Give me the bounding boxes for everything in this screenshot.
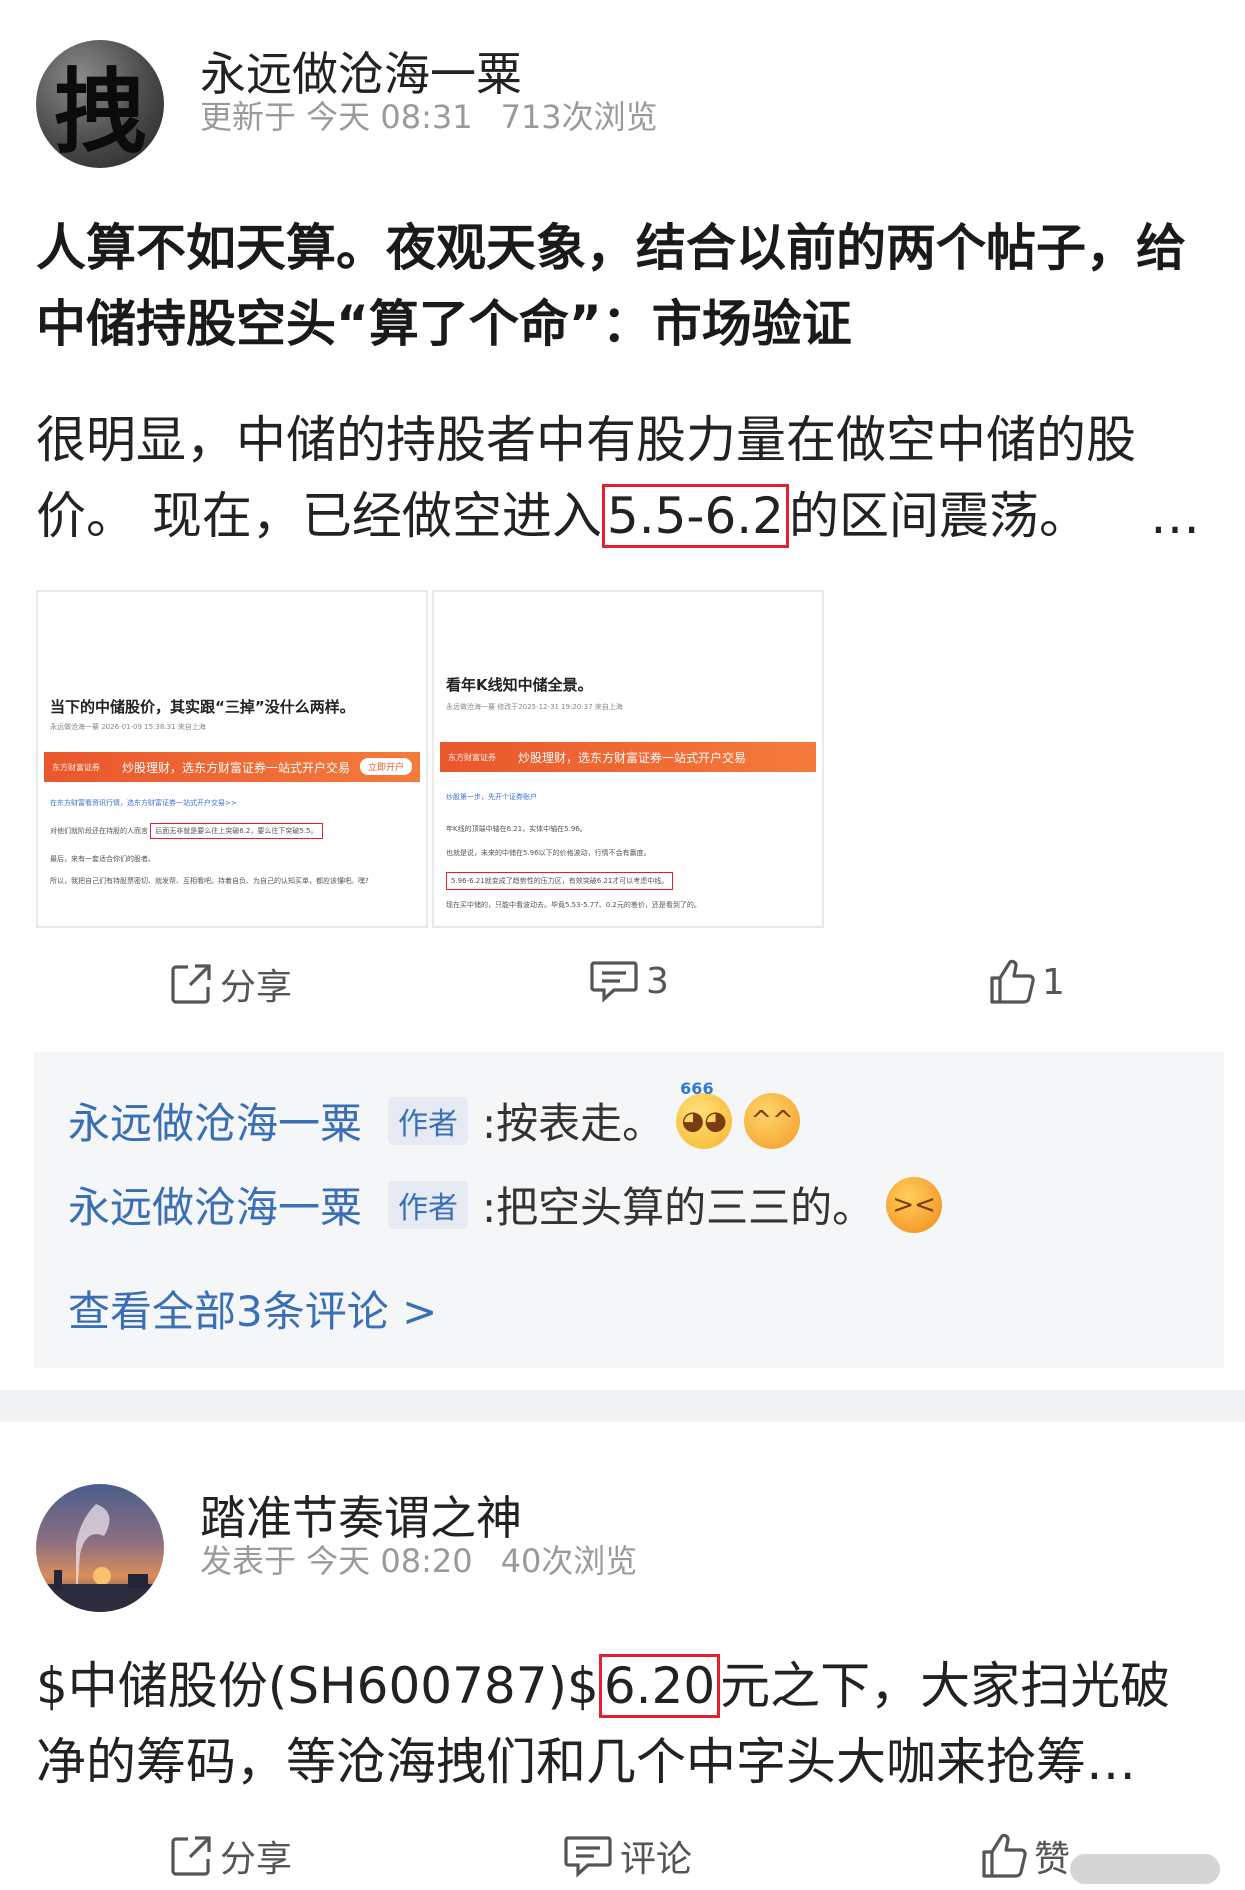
comment-item[interactable]: 永远做沧海一粟 作者 :按表走。 666 ◕◕ ^^ [68,1079,801,1151]
thumbs-up-icon [990,959,1035,1004]
body-line-2: 价。 现在，已经做空进入 5.5-6.2 的区间震荡。… [36,478,1226,554]
share-button[interactable]: 分享 [168,958,292,1010]
avatar[interactable] [36,1484,164,1612]
thumb-banner-badge: 东方财富证券 [52,762,100,772]
emoji-giggle-icon: ^^ [744,1092,801,1149]
post-meta: 更新于 今天 08:31 713次浏览 [200,92,686,138]
comment-count: 3 [646,960,669,1002]
ellipsis: … [1150,487,1200,545]
thumb-title: 当下的中储股价，其实跟“三掉”没什么两样。 [50,698,355,716]
post-card[interactable]: 拽 永远做沧海一粟 更新于 今天 08:31 713次浏览 人算不如天算。夜观天象… [0,0,1245,1390]
comment-text: :把空头算的三三的。 [482,1183,875,1232]
view-all-comments-link[interactable]: 查看全部3条评论 > [68,1278,437,1339]
thumb-line: 对他们就阶段还在持股的人而言 后面无非就是要么往上突破6.2，要么往下突破5.5… [50,823,323,839]
thumb-link: 在东方财富看资讯行情，选东方财富证券一站式开户交易>> [50,799,237,807]
scroll-indicator [1070,1854,1220,1884]
post-body[interactable]: $中储股份(SH600787)$ 6.20 元之下，大家扫光破 净的筹码，等沧海拽们… [36,1648,1226,1800]
thumb-line: 也就是说，未来的中储在5.96以下的价格波动，行情不会有赢度。 [446,849,651,857]
thumb-meta: 永远做沧海一粟 2026-01-09 15:38:31 来自上海 [50,723,206,731]
body-line-1: $中储股份(SH600787)$ 6.20 元之下，大家扫光破 [36,1648,1226,1724]
share-label: 分享 [220,1839,293,1880]
thumb-highlight-box: 5.96-6.21就变成了趋势性的压力区，有效突破6.21才可以考虑中线。 [446,872,674,890]
emoji-laugh-icon: >< [886,1176,943,1233]
thumb-banner-badge: 东方财富证券 [448,752,496,762]
comment-text: :按表走。 [482,1099,665,1148]
post-meta: 发表于 今天 08:20 40次浏览 [200,1536,665,1582]
post-card[interactable]: 踏准节奏谓之神 发表于 今天 08:20 40次浏览 $中储股份(SH600787… [0,1422,1245,1880]
thumb-highlight-box: 后面无非就是要么往上突破6.2，要么往下突破5.5。 [150,823,323,839]
view-count: 40次浏览 [500,1542,638,1580]
image-thumbnail-2[interactable]: 看年K线知中储全景。 永远做沧海一粟 修改于2025-12-31 19:20:3… [432,590,824,928]
emoji-666-icon: 666 ◕◕ [676,1079,733,1149]
author-tag: 作者 [388,1096,469,1145]
share-icon [171,1836,211,1876]
comment-button[interactable]: 3 [588,958,669,1004]
view-count: 713次浏览 [500,98,658,136]
comment-icon [564,1836,612,1878]
updated-time: 更新于 今天 08:31 [200,98,473,136]
post-title[interactable]: 人算不如天算。夜观天象，结合以前的两个帖子，给中储持股空头“算了个命”：市场验证 [36,210,1216,362]
like-label: 赞 [1034,1839,1071,1880]
thumb-cta: 立即开户 [359,758,412,775]
thumb-line: 最后，来有一套适合你们的股者。 [50,855,155,863]
post-body[interactable]: 很明显，中储的持股者中有股力量在做空中储的股 价。 现在，已经做空进入 5.5-6… [36,402,1226,554]
commenter-name[interactable]: 永远做沧海一粟 [68,1174,362,1235]
like-button[interactable]: 赞 [980,1830,1070,1882]
thumb-meta: 永远做沧海一粟 修改于2025-12-31 19:20:37 来自上海 [446,703,623,711]
comment-icon [590,961,638,1003]
post-separator [0,1390,1245,1422]
thumb-banner-text: 炒股理财，选东方财富证券一站式开户交易 [122,760,351,775]
thumbs-up-icon [982,1833,1027,1878]
thumb-banner: 东方财富证券 炒股理财，选东方财富证券一站式开户交易 [440,742,816,772]
published-time: 发表于 今天 08:20 [200,1542,473,1580]
action-bar: 分享 评论 赞 [0,1830,1245,1890]
avatar-glyph: 拽 [53,57,146,166]
body-line-1: 很明显，中储的持股者中有股力量在做空中储的股 [36,411,1136,469]
body-line-2: 净的筹码，等沧海拽们和几个中字头大咖来抢筹… [36,1733,1136,1791]
share-button[interactable]: 分享 [168,1830,292,1882]
like-button[interactable]: 1 [988,958,1065,1006]
image-thumbnail-1[interactable]: 当下的中储股价，其实跟“三掉”没什么两样。 永远做沧海一粟 2026-01-09… [36,590,428,928]
share-label: 分享 [220,967,293,1008]
thumb-title: 看年K线知中储全景。 [446,676,593,694]
comment-button[interactable]: 评论 [562,1830,692,1882]
highlight-box: 6.20 [598,1654,721,1718]
avatar[interactable]: 拽 [36,40,164,168]
thumb-line: 所以，我把自己们有持股票密切、就发帮、互相看吧。持着自负、为自己的认知买单，都应… [50,877,369,885]
comment-label: 评论 [620,1839,693,1880]
like-count: 1 [1042,961,1065,1003]
thumb-banner: 东方财富证券 炒股理财，选东方财富证券一站式开户交易 立即开户 [44,752,420,782]
comments-panel: 永远做沧海一粟 作者 :按表走。 666 ◕◕ ^^ 永远做沧海一粟 作者 :把空… [34,1052,1224,1368]
highlight-box: 5.5-6.2 [601,484,789,548]
sunset-photo [36,1504,164,1612]
comment-item[interactable]: 永远做沧海一粟 作者 :把空头算的三三的。 >< [68,1174,943,1235]
thumb-line: 年K线的顶端中轴在6.21，实体中轴在5.96。 [446,825,587,833]
commenter-name[interactable]: 永远做沧海一粟 [68,1090,362,1151]
share-icon [171,964,211,1004]
author-tag: 作者 [388,1180,469,1229]
thumb-line: 现在买中储的，只能中看波动去。毕竟5.53-5.77、0.2元的差价，还是看到了… [446,901,701,909]
thumb-link: 炒股第一步，先开个证券账户 [446,793,537,801]
thumb-banner-text: 炒股理财，选东方财富证券一站式开户交易 [518,750,747,765]
action-bar: 分享 3 1 [0,958,1245,1018]
